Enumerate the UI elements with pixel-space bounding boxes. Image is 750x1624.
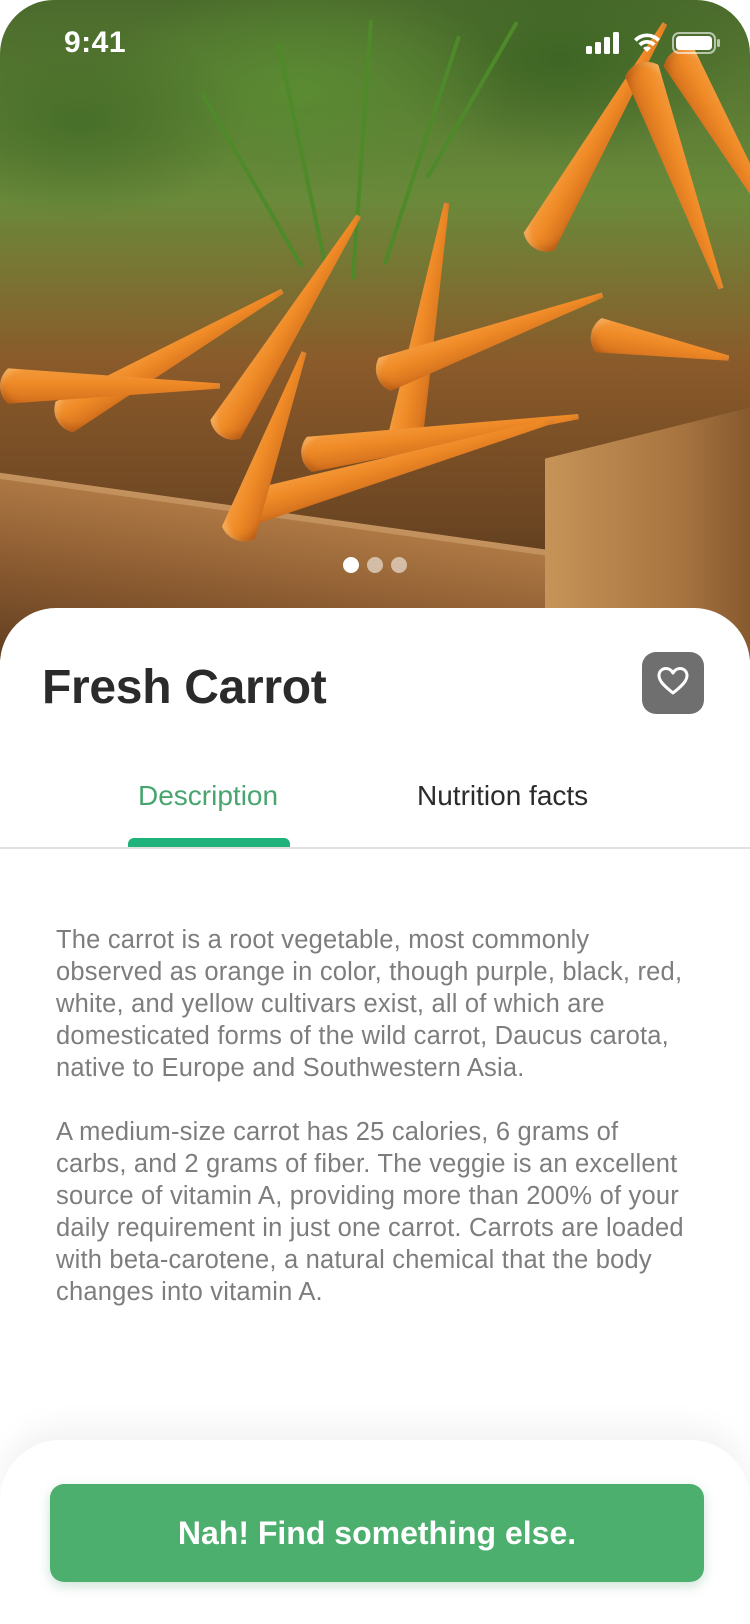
carrot-stem (200, 92, 304, 268)
product-detail-screen: 9:41 Fresh Carrot Description Nutrition … (0, 0, 750, 1624)
tab-description[interactable]: Description (138, 780, 278, 812)
find-something-else-button[interactable]: Nah! Find something else. (50, 1484, 704, 1582)
carousel-dot-3[interactable] (391, 557, 407, 573)
tabs-divider (0, 847, 750, 849)
description-paragraph-1: The carrot is a root vegetable, most com… (56, 926, 683, 1082)
status-bar: 9:41 (0, 0, 750, 90)
heart-outline-icon (657, 666, 689, 701)
carrot (615, 54, 746, 297)
status-time: 9:41 (64, 26, 127, 59)
tab-nutrition-facts[interactable]: Nutrition facts (417, 780, 588, 812)
favorite-button[interactable] (642, 652, 704, 714)
description-body: The carrot is a root vegetable, most com… (56, 924, 696, 1308)
battery-icon (672, 32, 720, 59)
detail-tabs: Description Nutrition facts (0, 780, 750, 850)
carrot (587, 308, 734, 384)
product-title: Fresh Carrot (42, 661, 327, 714)
carousel-indicator[interactable] (0, 557, 750, 577)
description-paragraph-2: A medium-size carrot has 25 calories, 6 … (56, 1118, 684, 1306)
carrot (368, 271, 611, 402)
carousel-dot-1[interactable] (343, 557, 359, 573)
carousel-dot-2[interactable] (367, 557, 383, 573)
carrot (298, 391, 583, 481)
wifi-icon (632, 32, 662, 59)
cellular-signal-icon (586, 32, 622, 59)
product-hero-image[interactable] (0, 0, 750, 660)
